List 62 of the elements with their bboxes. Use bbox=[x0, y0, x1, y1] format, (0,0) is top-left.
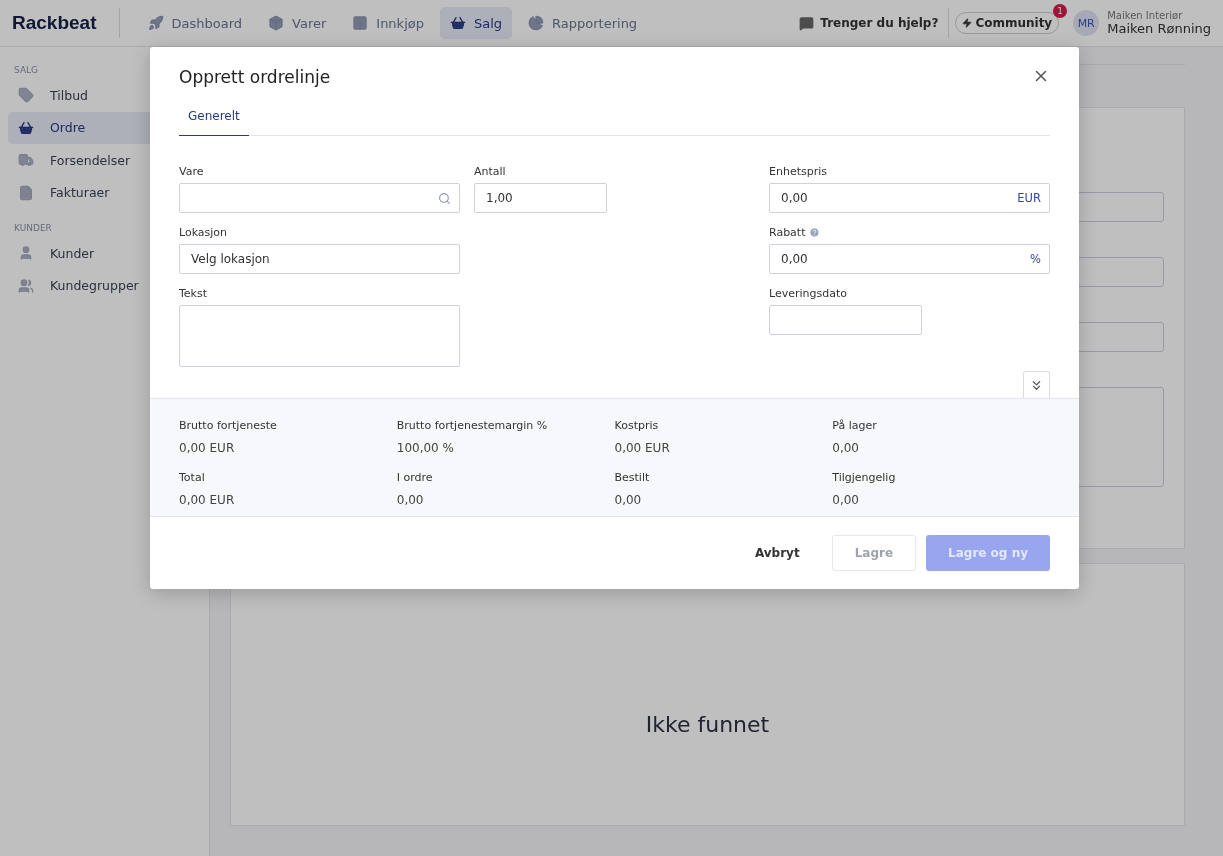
stat-value: 0,00 EUR bbox=[614, 441, 671, 455]
search-field[interactable] bbox=[179, 183, 460, 213]
input-field[interactable]: 0,00 % bbox=[769, 244, 1050, 274]
nav-tab[interactable]: Rapportering bbox=[518, 7, 648, 39]
users-icon bbox=[18, 277, 34, 294]
basket-icon bbox=[18, 119, 34, 136]
field-label: Lokasjon bbox=[179, 226, 228, 239]
box-icon bbox=[268, 15, 285, 31]
stat-value: 0,00 EUR bbox=[179, 493, 236, 507]
field-label: Tekst bbox=[179, 287, 208, 300]
field-label: Leveringsdato bbox=[769, 287, 847, 300]
stat-value: 0,00 bbox=[614, 493, 643, 507]
notification-badge: 1 bbox=[1053, 4, 1068, 18]
stat-value: 0,00 bbox=[832, 493, 860, 507]
stat-value: 0,00 EUR bbox=[179, 441, 236, 455]
company-name: Maiken Interiør bbox=[1107, 10, 1184, 21]
search-icon bbox=[438, 191, 451, 205]
user-name: Maiken Rønning bbox=[1107, 21, 1211, 36]
date-field[interactable] bbox=[769, 305, 922, 335]
pie-chart-icon bbox=[528, 15, 545, 31]
user-avatar[interactable]: MR bbox=[1073, 10, 1100, 36]
nav-tab[interactable]: Varer bbox=[258, 7, 337, 39]
nav-tab[interactable]: Dashboard bbox=[137, 7, 253, 39]
community-button[interactable]: Community bbox=[955, 12, 1060, 34]
expand-button[interactable] bbox=[1023, 371, 1050, 398]
location-select[interactable]: Velg lokasjon bbox=[179, 244, 460, 274]
field-label: Enhetspris bbox=[769, 165, 827, 178]
stat-label: På lager bbox=[832, 419, 878, 432]
stat-value: 0,00 bbox=[832, 441, 860, 455]
stat-value: 0,00 bbox=[396, 493, 425, 507]
truck-icon bbox=[18, 152, 34, 168]
nav-tab[interactable]: Salg bbox=[439, 7, 513, 39]
stat-label: Kostpris bbox=[614, 419, 660, 432]
basket-icon bbox=[449, 15, 466, 31]
nav-tab[interactable]: Innkjøp bbox=[342, 7, 434, 39]
user-icon bbox=[18, 245, 34, 261]
cancel-button[interactable]: Avbryt bbox=[732, 535, 822, 571]
download-icon bbox=[352, 15, 369, 31]
field-label: Antall bbox=[474, 165, 506, 178]
document-icon bbox=[18, 184, 34, 201]
stat-label: Bestilt bbox=[614, 471, 651, 484]
tab[interactable]: Generelt bbox=[179, 109, 249, 136]
lightning-icon bbox=[962, 18, 973, 28]
help-link[interactable]: Trenger du hjelp? bbox=[793, 8, 950, 38]
section-heading: SALG bbox=[13, 65, 40, 75]
logo: Rackbeat bbox=[12, 8, 120, 38]
stat-label: Brutto fortjenestemargin % bbox=[396, 419, 549, 432]
stat-value: 100,00 % bbox=[396, 441, 455, 455]
field-label: Rabatt bbox=[769, 226, 806, 239]
input-field[interactable]: 1,00 bbox=[474, 183, 607, 213]
dialog-title: Opprett ordrelinje bbox=[179, 67, 331, 87]
empty-message: Ikke funnet bbox=[645, 712, 770, 737]
stat-label: Tilgjengelig bbox=[832, 471, 897, 484]
tag-icon bbox=[18, 87, 34, 103]
chat-icon bbox=[799, 15, 815, 31]
stat-label: Brutto fortjeneste bbox=[179, 419, 278, 432]
stat-label: Total bbox=[179, 471, 206, 484]
field-label: Vare bbox=[179, 165, 204, 178]
input-field[interactable]: 0,00 EUR bbox=[769, 183, 1050, 213]
rocket-icon bbox=[147, 15, 164, 31]
text-area[interactable] bbox=[179, 305, 460, 367]
stat-label: I ordre bbox=[396, 471, 434, 484]
